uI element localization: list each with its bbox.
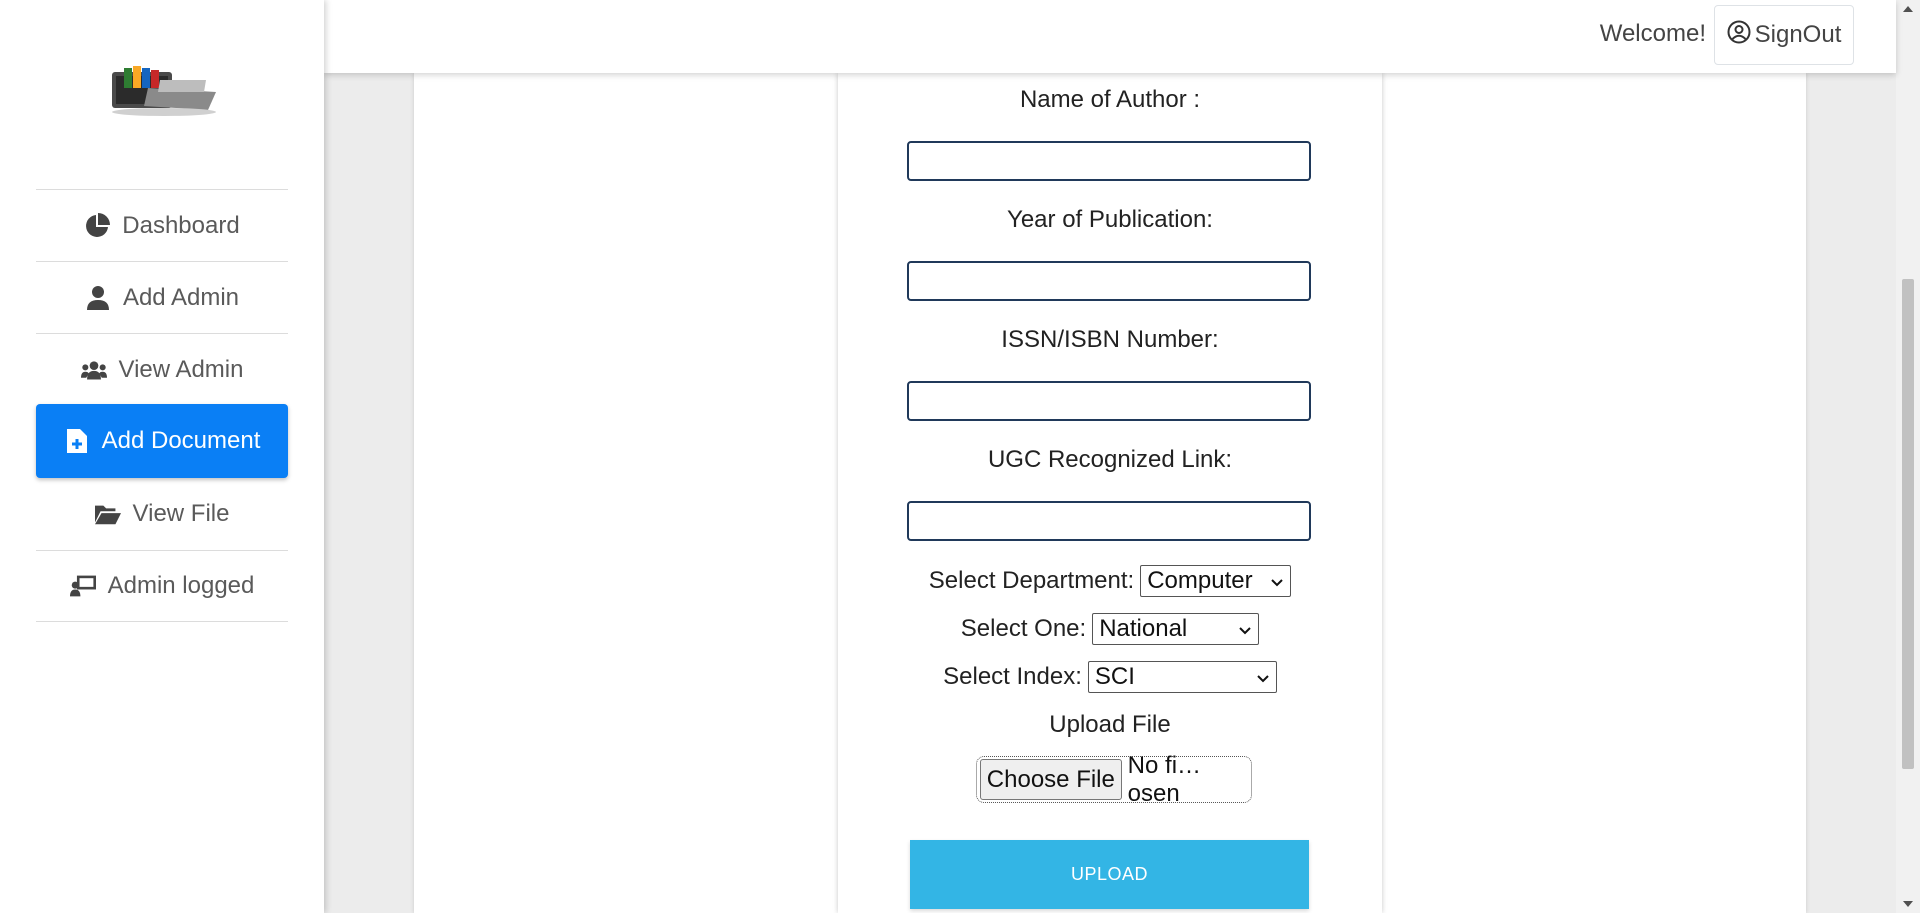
upload-file-label: Upload File xyxy=(1049,711,1171,738)
choose-file-button[interactable]: Choose File xyxy=(980,759,1122,800)
signout-button[interactable]: SignOut xyxy=(1714,5,1854,65)
file-status: No fi…osen xyxy=(1127,751,1202,807)
sidebar-item-view-admin[interactable]: View Admin xyxy=(36,333,288,405)
sidebar-item-add-admin[interactable]: Add Admin xyxy=(36,261,288,333)
chalkboard-user-icon xyxy=(69,573,96,599)
file-plus-icon xyxy=(64,428,90,454)
issn-input[interactable] xyxy=(907,381,1311,421)
index-row: Select Index: SCI xyxy=(838,661,1382,693)
department-row: Select Department: Computer xyxy=(838,565,1382,597)
folder-open-icon xyxy=(94,501,121,527)
chevron-down-icon xyxy=(1238,615,1252,643)
sidebar-item-label: Dashboard xyxy=(122,211,240,239)
upload-button[interactable]: UPLOAD xyxy=(910,840,1309,909)
year-input[interactable] xyxy=(907,261,1311,301)
ugc-link-input[interactable] xyxy=(907,501,1311,541)
department-label: Select Department: xyxy=(928,567,1135,594)
ugc-label: UGC Recognized Link: xyxy=(987,446,1233,473)
index-label: Select Index: xyxy=(943,663,1082,690)
sidebar-item-add-document[interactable]: Add Document xyxy=(36,404,288,478)
chevron-down-icon xyxy=(1256,663,1270,691)
sidebar-nav: Dashboard Add Admin View Admin Add Docum… xyxy=(36,189,288,622)
scroll-down-icon[interactable] xyxy=(1903,901,1913,907)
user-icon xyxy=(85,285,111,311)
scroll-up-icon[interactable] xyxy=(1903,6,1913,12)
welcome-text: Welcome! xyxy=(1599,20,1706,47)
sidebar-item-label: Add Document xyxy=(101,427,261,454)
top-header: Welcome! SignOut xyxy=(324,0,1896,73)
index-value: SCI xyxy=(1094,663,1135,690)
sidebar-item-label: Admin logged xyxy=(107,572,255,599)
sidebar-item-admin-logged[interactable]: Admin logged xyxy=(36,550,288,622)
sidebar-item-label: Add Admin xyxy=(122,283,240,311)
logo xyxy=(112,66,216,116)
scrollbar[interactable] xyxy=(1896,0,1920,913)
author-input[interactable] xyxy=(907,141,1311,181)
signout-label: SignOut xyxy=(1754,21,1842,48)
chevron-down-icon xyxy=(1270,567,1284,595)
select-one-select[interactable]: National xyxy=(1092,613,1260,645)
department-select[interactable]: Computer xyxy=(1140,565,1292,597)
users-icon xyxy=(80,357,107,383)
sidebar: Dashboard Add Admin View Admin Add Docum… xyxy=(0,0,324,913)
index-select[interactable]: SCI xyxy=(1087,661,1277,693)
department-value: Computer xyxy=(1147,567,1253,594)
user-circle-icon xyxy=(1727,20,1751,51)
issn-label: ISSN/ISBN Number: xyxy=(1001,326,1219,353)
sidebar-item-label: View Admin xyxy=(118,355,244,383)
select-one-label: Select One: xyxy=(960,615,1087,642)
select-one-row: Select One: National xyxy=(838,613,1382,645)
author-label: Name of Author : xyxy=(1019,86,1201,113)
year-label: Year of Publication: xyxy=(1007,206,1213,233)
sidebar-item-view-file[interactable]: View File xyxy=(36,478,288,550)
sidebar-item-dashboard[interactable]: Dashboard xyxy=(36,189,288,261)
chart-pie-icon xyxy=(84,212,111,239)
scrollbar-thumb[interactable] xyxy=(1902,279,1914,769)
sidebar-item-label: View File xyxy=(132,500,230,527)
file-input[interactable]: Choose File No fi…osen xyxy=(976,752,1252,807)
select-one-value: National xyxy=(1099,615,1188,642)
